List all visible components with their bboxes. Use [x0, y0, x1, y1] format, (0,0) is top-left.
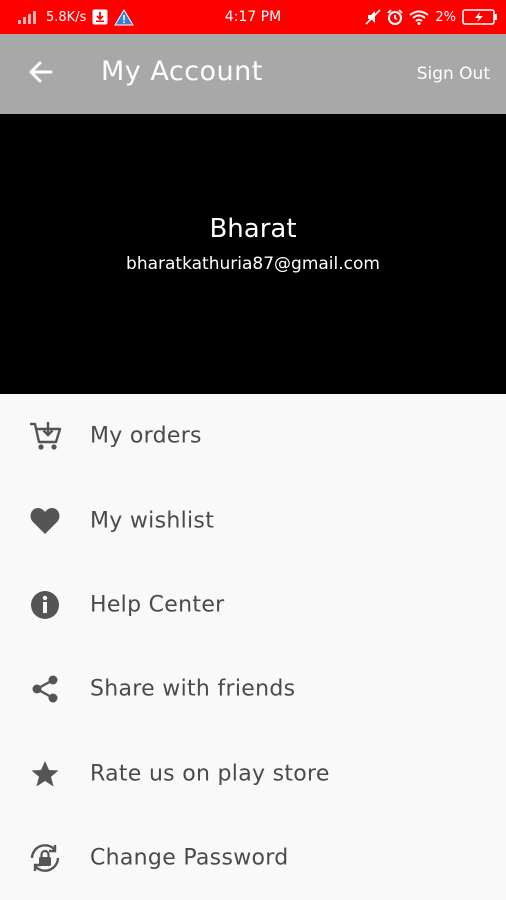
mute-icon [365, 9, 381, 25]
star-icon [28, 757, 62, 791]
menu-item-label: Help Center [90, 592, 225, 618]
status-right: 2% [365, 0, 498, 34]
menu-item-my-wishlist[interactable]: My wishlist [0, 478, 506, 562]
menu-item-label: My wishlist [90, 508, 215, 534]
menu-item-help-center[interactable]: Help Center [0, 563, 506, 647]
info-icon [28, 588, 62, 622]
alarm-icon [387, 9, 404, 25]
battery-percent: 2% [435, 9, 456, 25]
menu-item-share-with-friends[interactable]: Share with friends [0, 647, 506, 731]
arrow-left-icon [27, 60, 53, 88]
back-button[interactable] [22, 58, 58, 90]
app-bar: My Account Sign Out [0, 34, 506, 114]
heart-icon [28, 504, 62, 538]
lock-refresh-icon [28, 841, 62, 875]
wifi-icon [409, 10, 429, 25]
menu-item-label: Share with friends [90, 676, 296, 702]
menu-item-label: Rate us on play store [90, 761, 330, 787]
menu-item-my-orders[interactable]: My orders [0, 394, 506, 478]
share-icon [28, 672, 62, 706]
menu-item-rate-us[interactable]: Rate us on play store [0, 732, 506, 816]
battery-charging-icon [462, 9, 498, 25]
page-title: My Account [101, 56, 263, 87]
sign-out-button[interactable]: Sign Out [417, 64, 490, 84]
profile-email: bharatkathuria87@gmail.com [126, 254, 380, 274]
profile-name: Bharat [209, 214, 297, 244]
profile-header: Bharat bharatkathuria87@gmail.com [0, 114, 506, 394]
menu-item-change-password[interactable]: Change Password [0, 816, 506, 900]
status-bar: 5.8K/s 4:17 PM 2% [0, 0, 506, 34]
cart-icon [28, 419, 62, 453]
menu-item-label: Change Password [90, 845, 289, 871]
menu-item-label: My orders [90, 423, 202, 449]
account-menu: My orders My wishlist Help Center Share … [0, 394, 506, 900]
